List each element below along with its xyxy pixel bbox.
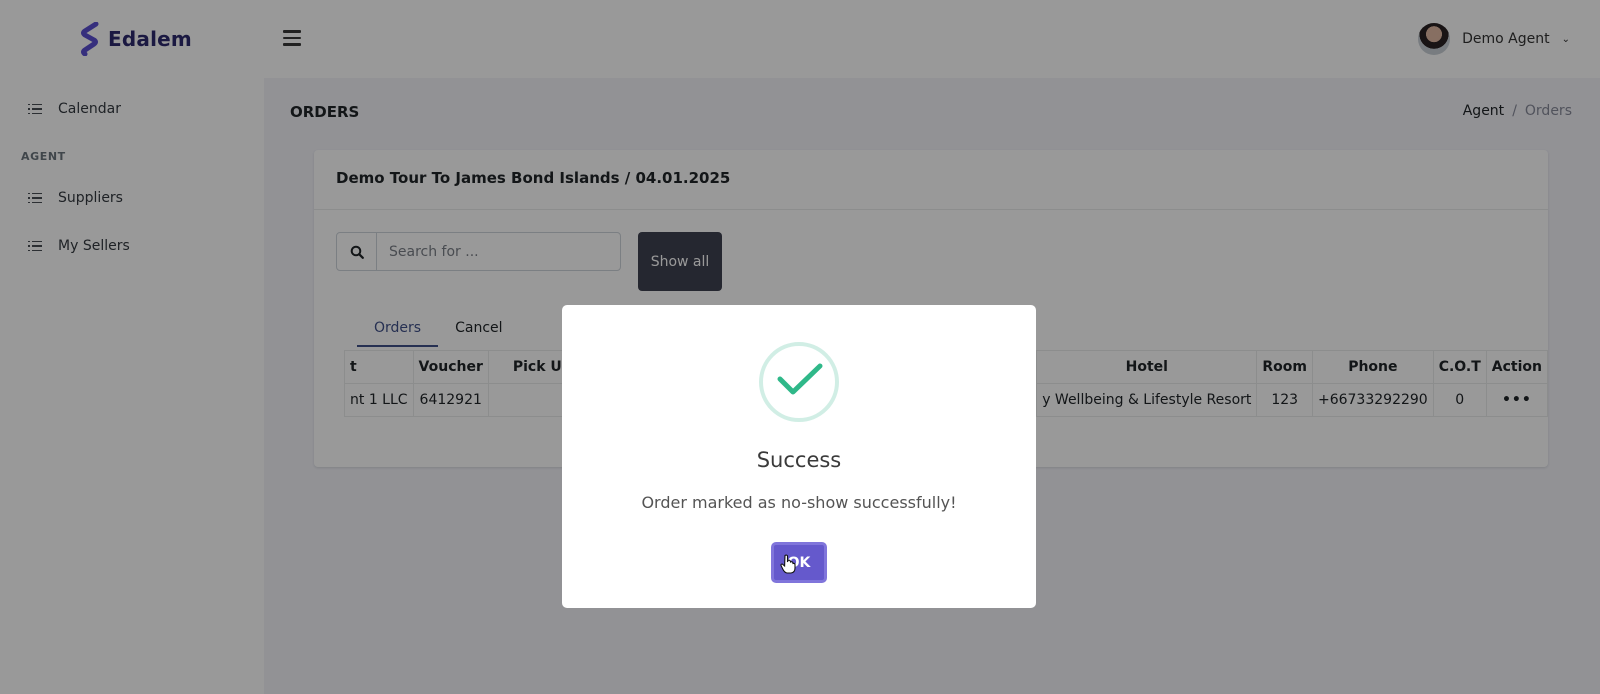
dialog-title: Success (756, 448, 842, 472)
success-icon (759, 342, 839, 422)
ok-button[interactable]: OK (771, 542, 827, 583)
dialog-message: Order marked as no-show successfully! (641, 493, 957, 512)
success-dialog: Success Order marked as no-show successf… (562, 305, 1036, 608)
